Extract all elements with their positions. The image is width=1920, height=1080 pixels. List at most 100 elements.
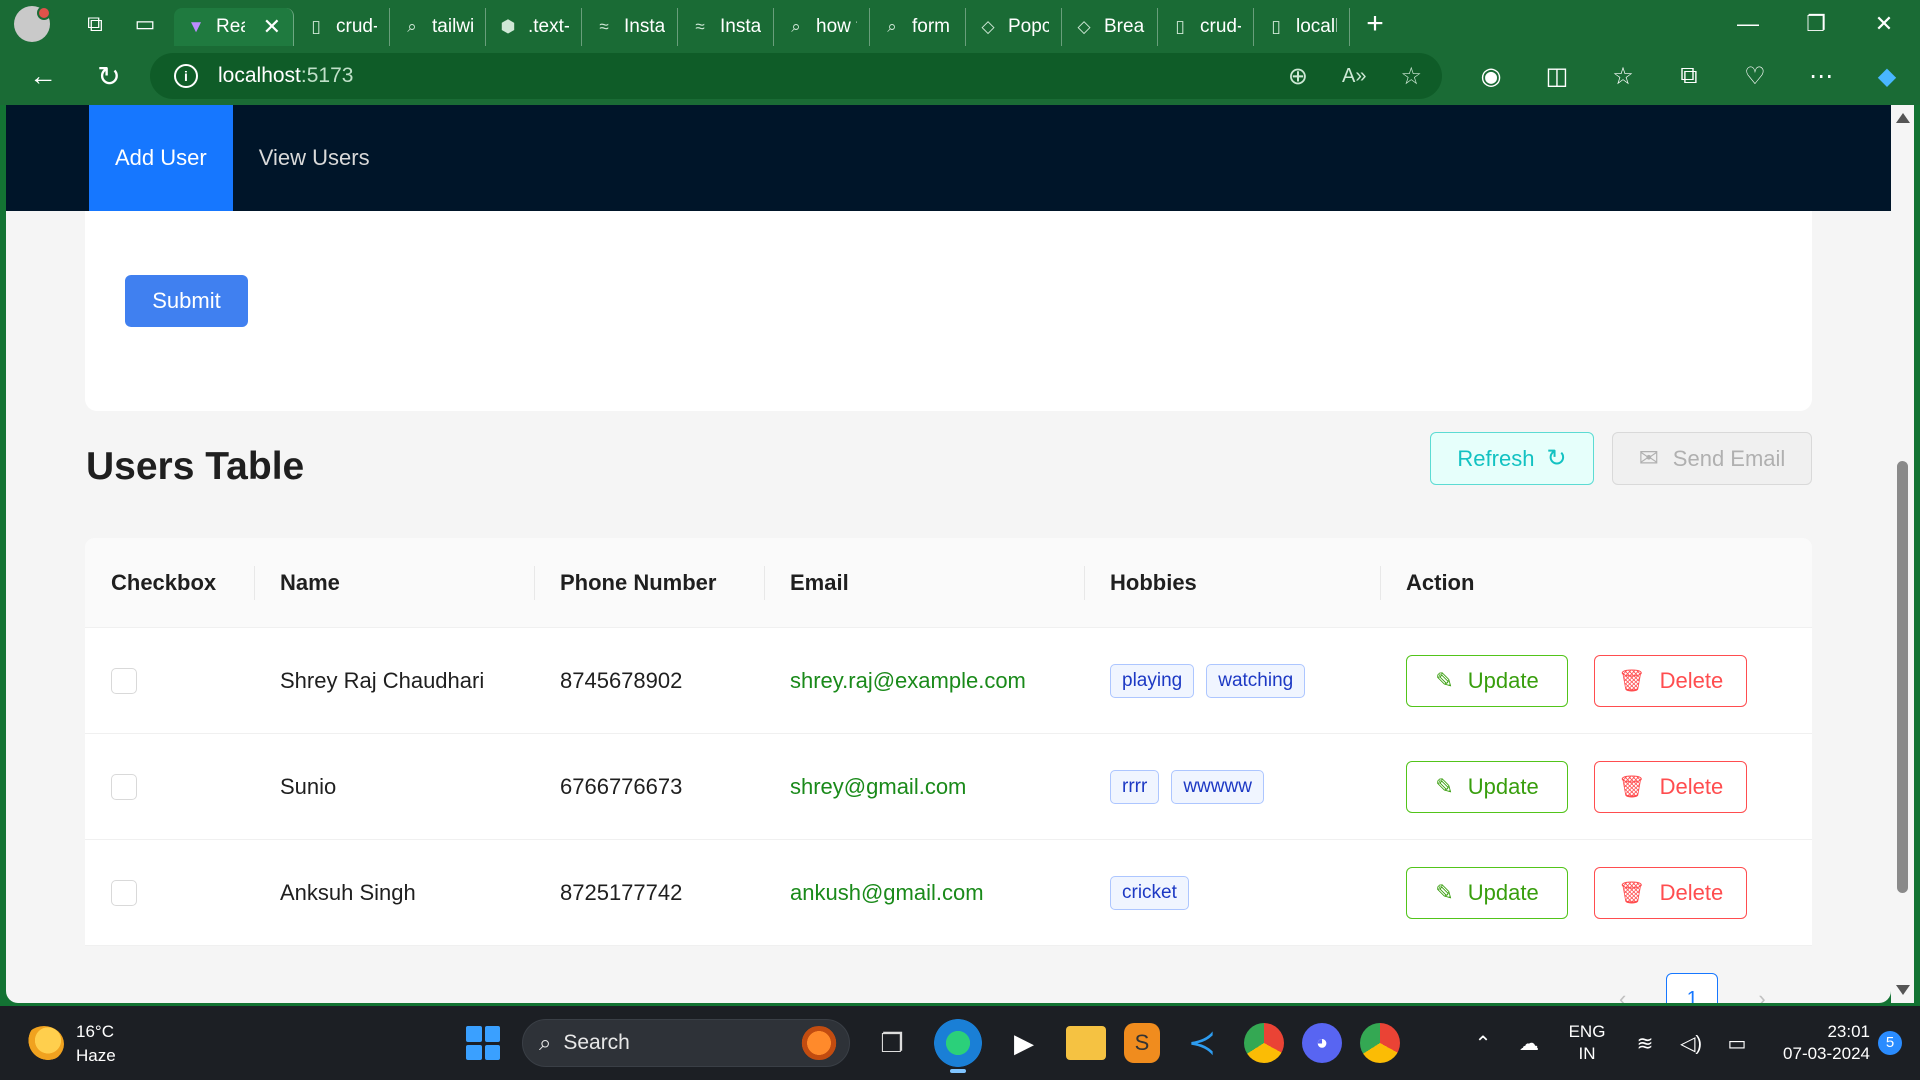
page-number-current[interactable]: 1 [1666,973,1719,1003]
new-tab-button[interactable]: + [1350,7,1400,41]
favorite-star-icon[interactable]: ☆ [1400,62,1422,91]
extension-icon[interactable]: ◉ [1458,62,1524,91]
scroll-down-icon[interactable] [1896,985,1910,995]
onedrive-icon[interactable]: ☁ [1506,1031,1552,1056]
email-cell: ankush@gmail.com [790,879,984,905]
browser-tab[interactable]: ⬢ .text-blu [486,7,582,46]
update-button[interactable]: ✎ Update [1406,654,1568,707]
chrome-profile-icon[interactable] [1360,1023,1400,1063]
row-checkbox[interactable] [111,879,137,906]
table-header: Checkbox Name Phone Number Email Hobbies… [85,538,1812,628]
col-header-email: Email [764,538,1084,628]
zoom-icon[interactable]: ⊕ [1288,62,1308,91]
phone-cell: 6766776673 [560,773,683,799]
hobby-tag: rrrr [1110,769,1160,804]
row-checkbox[interactable] [111,773,137,800]
minimize-button[interactable]: — [1720,0,1776,47]
close-window-button[interactable]: ✕ [1856,0,1912,47]
notification-badge[interactable]: 5 [1878,1031,1902,1055]
nav-view-users[interactable]: View Users [233,105,396,211]
more-options-icon[interactable]: ⋯ [1788,62,1854,91]
media-player-icon[interactable]: ▶ [1000,1019,1048,1067]
browser-tab-label: tailwind [432,15,473,37]
send-email-button[interactable]: ✉ Send Email [1612,432,1812,485]
nav-add-user[interactable]: Add User [89,105,233,211]
col-header-checkbox: Checkbox [111,569,217,595]
browser-tab[interactable]: ▯ crud-us [1158,7,1254,46]
edit-icon: ✎ [1435,879,1454,905]
browser-tab[interactable]: ≈ Install T [678,7,774,46]
url-port: :5173 [300,64,354,87]
browser-tab[interactable]: ◇ Breadcr [1062,7,1158,46]
wifi-icon[interactable]: ≋ [1622,1031,1668,1056]
task-view-icon[interactable]: ❐ [868,1019,916,1067]
chevron-up-icon[interactable]: ⌃ [1460,1031,1506,1056]
site-info-icon[interactable]: i [174,64,198,88]
delete-label: Delete [1659,773,1724,799]
browser-tab[interactable]: ⌕ how to [774,7,870,46]
collections-icon[interactable]: ⧉ [1656,62,1722,90]
taskbar-search[interactable]: ⌕ Search [522,1019,850,1067]
profile-avatar[interactable] [14,5,51,42]
chrome-icon[interactable] [1244,1023,1284,1063]
search-icon: ⌕ [791,16,801,36]
reload-button[interactable]: ↻ [82,60,136,93]
submit-button[interactable]: Submit [125,275,248,327]
close-tab-icon[interactable]: ✕ [263,14,281,40]
weather-widget[interactable]: 16°C Haze [24,1020,116,1068]
copilot-icon[interactable]: ◆ [1854,62,1920,91]
trash-icon: 🗑︎ [1617,667,1646,693]
browser-tab[interactable]: ⌕ tailwind [390,7,486,46]
browser-tab[interactable]: ▯ crud-us [294,7,390,46]
checkbox-cell [85,734,254,840]
clock[interactable]: 23:01 07-03-2024 [1760,1021,1870,1065]
trash-icon: 🗑︎ [1617,773,1646,799]
battery-icon[interactable]: ▭ [1714,1031,1760,1056]
page-scrollbar[interactable] [1891,105,1914,1003]
performance-icon[interactable]: ♡ [1722,62,1788,91]
update-button[interactable]: ✎ Update [1406,760,1568,813]
scroll-thumb[interactable] [1897,461,1908,893]
volume-icon[interactable]: ◁) [1668,1031,1714,1056]
prev-page-icon[interactable]: ‹ [1619,986,1626,1003]
sublime-text-icon[interactable]: S [1124,1023,1160,1063]
name-cell: Shrey Raj Chaudhari [280,667,485,693]
split-screen-icon[interactable]: ◫ [1524,62,1590,91]
favorites-icon[interactable]: ☆ [1590,62,1656,91]
back-button[interactable]: ← [16,60,70,92]
browser-tab[interactable]: ▼ Rea ✕ [174,7,294,46]
address-bar[interactable]: i localhost:5173 ⊕ A» ☆ [150,53,1442,99]
scroll-up-icon[interactable] [1896,113,1910,123]
browser-tab[interactable]: ◇ Popcon [966,7,1062,46]
update-label: Update [1467,773,1539,799]
clock-date: 07-03-2024 [1783,1044,1870,1063]
phone-cell: 8745678902 [560,667,683,693]
browser-tab[interactable]: ▯ localho [1254,7,1350,46]
edge-app-icon[interactable] [934,1019,982,1073]
update-button[interactable]: ✎ Update [1406,866,1568,919]
vite-icon: ▼ [187,16,205,36]
vscode-icon[interactable]: ≺ [1178,1019,1226,1067]
page-icon: ▯ [1175,16,1185,36]
delete-button[interactable]: 🗑︎ Delete [1594,866,1747,919]
restore-button[interactable]: ❐ [1788,0,1844,47]
tab-actions-icon[interactable]: ▭ [120,11,170,37]
delete-button[interactable]: 🗑︎ Delete [1594,760,1747,813]
browser-tab[interactable]: ⌕ form de [870,7,966,46]
page-viewport: Add User View Users Submit Users Table R… [6,105,1891,1003]
read-aloud-icon[interactable]: A» [1342,65,1366,88]
action-cell: ✎ Update 🗑︎ Delete [1380,840,1812,946]
discord-icon[interactable]: ◕ [1302,1023,1342,1063]
workspaces-icon[interactable]: ⧉ [70,11,120,37]
file-explorer-icon[interactable] [1066,1026,1106,1060]
language-indicator[interactable]: ENG IN [1552,1021,1622,1065]
browser-tab[interactable]: ≈ Install T [582,7,678,46]
delete-button[interactable]: 🗑︎ Delete [1594,654,1747,707]
row-checkbox[interactable] [111,667,137,694]
start-button[interactable] [462,1022,504,1064]
browser-tab-label: Install T [624,15,665,37]
search-icon: ⌕ [539,1030,552,1055]
refresh-button[interactable]: Refresh ↻ [1430,432,1594,485]
clock-time: 23:01 [1827,1022,1870,1041]
next-page-icon[interactable]: › [1758,986,1765,1003]
